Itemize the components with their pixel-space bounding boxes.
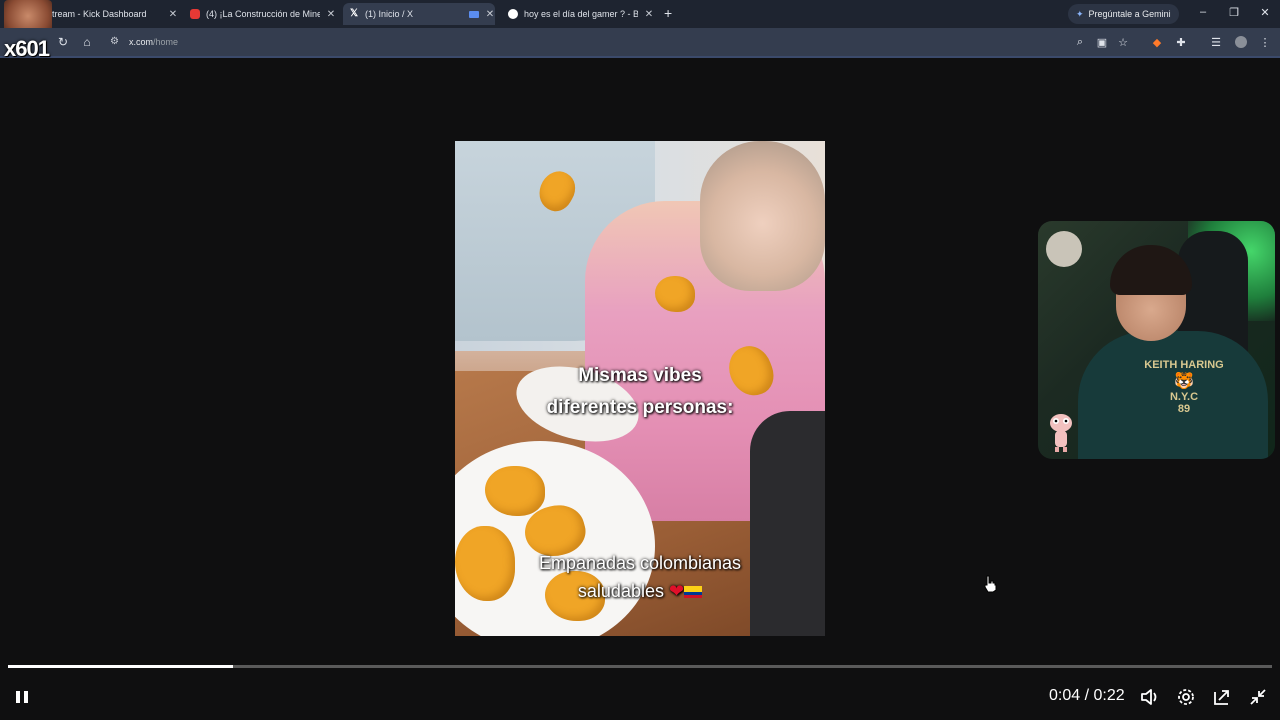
caption-line: Mismas vibes [578, 365, 702, 386]
streamer-tag: x601 [4, 36, 50, 61]
picture-in-picture-icon[interactable] [1211, 686, 1233, 708]
tab-title: (4) ¡La Construcción de Minecr [206, 9, 320, 19]
colombia-flag-icon [684, 586, 703, 599]
bookmark-star-icon[interactable]: ☆ [1116, 36, 1130, 49]
tab-kick-dashboard[interactable]: tream - Kick Dashboard ✕ [52, 3, 178, 25]
home-icon[interactable]: ⌂ [80, 35, 94, 49]
empanada [485, 466, 545, 516]
volume-icon[interactable] [1139, 686, 1161, 708]
hand-cursor-icon [984, 575, 997, 593]
install-app-icon[interactable]: ▣ [1095, 36, 1109, 49]
video-timecode: 0:04 / 0:22 [1049, 687, 1125, 704]
window-close-icon[interactable]: ✕ [1258, 6, 1272, 19]
gemini-button[interactable]: ✦ Pregúntale a Gemini [1068, 4, 1179, 24]
settings-gear-icon[interactable] [1175, 686, 1197, 708]
exit-fullscreen-icon[interactable] [1247, 686, 1269, 708]
address-bar[interactable]: x.com/home [129, 37, 178, 47]
webcam-microphone [1046, 231, 1082, 267]
restore-icon[interactable]: ❐ [1227, 6, 1241, 19]
tab-close-icon[interactable]: ✕ [485, 9, 495, 20]
tab-x-home[interactable]: 𝕏 (1) Inicio / X ✕ [343, 3, 495, 25]
tab-title: (1) Inicio / X [365, 9, 414, 19]
caption-line-2: saludables ❤ [455, 577, 825, 605]
zoom-icon[interactable]: ⌕ [1073, 36, 1087, 49]
shirt-text: 89 [1177, 403, 1191, 415]
tab-close-icon[interactable]: ✕ [168, 9, 178, 20]
url-path: /home [153, 37, 179, 47]
video-caption-top: Mismas vibes diferentes personas: [455, 360, 825, 424]
empanada [655, 276, 695, 312]
shirt-text: KEITH HARING [1144, 359, 1224, 371]
url-domain: x.com [129, 37, 154, 47]
tab-youtube[interactable]: (4) ¡La Construcción de Minecr ✕ [190, 3, 336, 25]
youtube-icon [190, 9, 200, 19]
x-icon: 𝕏 [349, 8, 359, 19]
extensions-puzzle-icon[interactable]: ✚ [1174, 36, 1188, 49]
new-tab-button[interactable]: + [664, 5, 672, 21]
browser-toolbar: ↻ ⌂ ⚙ x.com/home ⌕ ▣ ☆ ◆ ✚ ☰ ⋮ [0, 28, 1280, 56]
pixel-pig-sticker [1050, 414, 1072, 452]
caption-line: Empanadas colombianas [538, 553, 742, 573]
caption-line: diferentes personas: [546, 397, 734, 418]
tab-title: hoy es el día del gamer ? - Bus [524, 9, 638, 19]
reload-icon[interactable]: ↻ [56, 35, 70, 49]
browser-tabstrip: tream - Kick Dashboard ✕ (4) ¡La Constru… [0, 0, 1280, 40]
shirt-text: N.Y.C [1169, 391, 1199, 403]
media-control-icon[interactable]: ☰ [1209, 36, 1223, 49]
shirt-graphic: KEITH HARING 🐯 N.Y.C 89 [1134, 359, 1234, 419]
google-icon [508, 9, 518, 19]
minimize-icon[interactable]: – [1196, 6, 1210, 18]
menu-kebab-icon[interactable]: ⋮ [1258, 36, 1272, 49]
gemini-label: Pregúntale a Gemini [1088, 9, 1171, 19]
caption-text: saludables [577, 581, 664, 601]
profile-avatar-icon[interactable] [1234, 36, 1248, 51]
video-caption-bottom: Empanadas colombianas saludables ❤ [455, 549, 825, 605]
video-person-head [700, 141, 825, 291]
toolbar-divider [0, 56, 1280, 58]
tab-close-icon[interactable]: ✕ [644, 9, 654, 20]
heart-icon: ❤ [668, 581, 685, 601]
video-progress-bar[interactable] [8, 665, 1272, 668]
tab-title: tream - Kick Dashboard [52, 9, 147, 19]
gemini-sparkle-icon: ✦ [1076, 8, 1084, 19]
tab-close-icon[interactable]: ✕ [326, 9, 336, 20]
video-progress-fill [8, 665, 233, 668]
tab-google-search[interactable]: hoy es el día del gamer ? - Bus ✕ [508, 3, 654, 25]
media-playing-icon[interactable] [469, 10, 479, 18]
streamer-webcam: KEITH HARING 🐯 N.Y.C 89 [1038, 221, 1275, 459]
extension-fox-icon[interactable]: ◆ [1150, 36, 1164, 49]
video-frame[interactable]: Mismas vibes diferentes personas: Empana… [455, 141, 825, 636]
pause-icon[interactable] [14, 688, 30, 706]
site-info-icon[interactable]: ⚙ [110, 36, 119, 47]
tiger-icon: 🐯 [1174, 373, 1194, 390]
